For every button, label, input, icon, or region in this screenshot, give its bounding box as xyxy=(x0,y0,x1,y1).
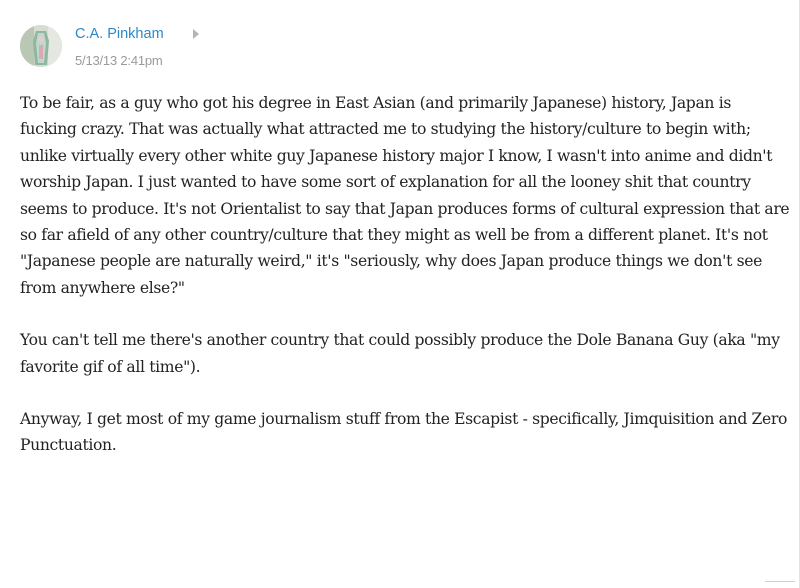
comment-paragraph: Anyway, I get most of my game journalism… xyxy=(20,410,788,455)
caret-right-icon[interactable] xyxy=(193,29,199,39)
redacted-scribble xyxy=(210,10,420,44)
comment-header: C.A. Pinkham 5/13/13 2:41pm xyxy=(20,10,780,74)
comment-card: C.A. Pinkham 5/13/13 2:41pm To be fair, … xyxy=(0,0,800,588)
comment-timestamp-link[interactable]: 5/13/13 2:41pm xyxy=(75,53,163,68)
comment-paragraph: You can't tell me there's another countr… xyxy=(20,331,780,376)
divider xyxy=(765,581,795,588)
comment-body: To be fair, as a guy who got his degree … xyxy=(20,90,790,485)
avatar[interactable] xyxy=(20,25,62,67)
avatar-image xyxy=(20,25,62,67)
author-name-link[interactable]: C.A. Pinkham xyxy=(75,26,164,42)
comment-paragraph: To be fair, as a guy who got his degree … xyxy=(20,94,790,297)
